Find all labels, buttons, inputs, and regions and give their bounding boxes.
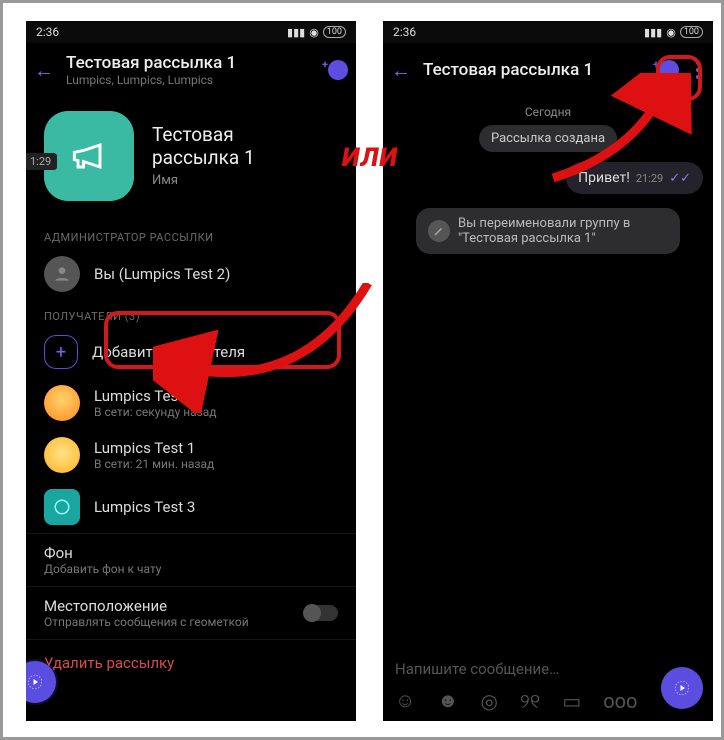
profile-block: Тестовая рассылка 1 Имя (26, 97, 356, 221)
location-toggle[interactable] (304, 605, 338, 621)
add-participant-button[interactable]: + (651, 56, 679, 84)
phone-right: 2:36 ▮▮▮ ◉ 100 ← Тестовая рассылка 1 + С… (383, 21, 713, 721)
annotation-or-label: ИЛИ (342, 143, 398, 173)
message-input[interactable]: Напишите сообщение… (395, 654, 657, 688)
add-recipient-label: Добавить получателя (92, 343, 245, 361)
app-bar: ← Тестовая рассылка 1 + (383, 43, 713, 97)
face-icon (53, 498, 71, 516)
profile-title: Тестовая рассылка 1 (152, 124, 338, 170)
setting-background[interactable]: Фон Добавить фон к чату (26, 533, 356, 586)
section-recipients-label: ПОЛУЧАТЕЛИ (3) (26, 300, 356, 327)
system-text: Вы переименовали группу в "Тестовая расс… (458, 216, 668, 246)
clock: 2:36 (393, 25, 416, 39)
more-icon[interactable]: ooo (603, 689, 637, 713)
read-ticks-icon: ✓✓ (669, 171, 691, 186)
status-bar: 2:36 ▮▮▮ ◉ 100 (383, 21, 713, 43)
avatar (44, 489, 80, 525)
doodle-icon[interactable]: ୨୧ (520, 689, 540, 713)
recipient-row[interactable]: Lumpics Test В сети: секунду назад (26, 377, 356, 429)
setting-title: Фон (44, 544, 338, 562)
setting-location[interactable]: Местоположение Отправлять сообщения с ге… (26, 586, 356, 639)
app-bar: ← Тестовая рассылка 1 Lumpics, Lumpics, … (26, 43, 356, 97)
outgoing-message[interactable]: Привет! 21:29 ✓✓ (566, 162, 703, 194)
system-message: Вы переименовали группу в "Тестовая расс… (416, 208, 680, 254)
admin-row[interactable]: Вы (Lumpics Test 2) (26, 248, 356, 300)
back-button[interactable]: ← (391, 58, 411, 83)
play-dotted-icon (673, 679, 691, 697)
signal-icon: ▮▮▮ (287, 26, 305, 39)
page-title: Тестовая рассылка 1 (66, 53, 308, 73)
add-participant-button[interactable]: + (320, 56, 348, 84)
composer: Напишите сообщение… ☺ ☻ ◎ ୨୧ ▭ ooo (383, 646, 713, 721)
send-fab[interactable] (661, 667, 703, 709)
side-time-chip: 1:29 (26, 153, 57, 170)
broadcast-avatar[interactable] (44, 111, 134, 201)
wifi-icon: ◉ (666, 26, 676, 39)
megaphone-icon (67, 134, 111, 178)
person-icon (659, 60, 679, 80)
admin-name: Вы (Lumpics Test 2) (94, 265, 230, 283)
battery-icon: 100 (680, 26, 703, 38)
phone-left: 2:36 ▮▮▮ ◉ 100 ← Тестовая рассылка 1 Lum… (26, 21, 356, 721)
recipient-status: В сети: секунду назад (94, 405, 338, 419)
signal-icon: ▮▮▮ (644, 26, 662, 39)
more-menu-button[interactable] (691, 61, 705, 79)
recipient-row[interactable]: Lumpics Test 3 (26, 481, 356, 533)
profile-sub: Имя (152, 173, 338, 188)
date-separator: Сегодня (383, 105, 713, 119)
pencil-icon (428, 220, 450, 242)
delete-broadcast-button[interactable]: Удалить рассылку (26, 639, 356, 686)
add-recipient-row[interactable]: + Добавить получателя (26, 327, 356, 377)
setting-sub: Отправлять сообщения с геометкой (44, 615, 294, 629)
page-subtitle: Lumpics, Lumpics, Lumpics (66, 73, 308, 87)
page-title: Тестовая рассылка 1 (423, 60, 639, 80)
battery-icon: 100 (323, 26, 346, 38)
camera-icon[interactable]: ◎ (480, 689, 497, 713)
status-icons: ▮▮▮ ◉ 100 (287, 26, 346, 39)
recipient-name: Lumpics Test 3 (94, 498, 338, 516)
emoji-icon[interactable]: ☻ (437, 688, 458, 713)
play-dotted-icon (26, 673, 44, 691)
person-icon (328, 60, 348, 80)
wifi-icon: ◉ (309, 26, 319, 39)
plus-circle-icon: + (44, 335, 78, 369)
setting-title: Местоположение (44, 597, 294, 615)
sticker-icon[interactable]: ☺ (395, 688, 415, 713)
clock: 2:36 (36, 25, 59, 39)
status-icons: ▮▮▮ ◉ 100 (644, 26, 703, 39)
gif-icon[interactable]: ▭ (562, 689, 581, 713)
avatar (44, 256, 80, 292)
system-pill: Рассылка создана (479, 125, 617, 152)
status-bar: 2:36 ▮▮▮ ◉ 100 (26, 21, 356, 43)
section-admin-label: АДМИНИСТРАТОР РАССЫЛКИ (26, 221, 356, 248)
back-button[interactable]: ← (34, 58, 54, 83)
avatar (44, 437, 80, 473)
person-icon (52, 264, 72, 284)
recipient-name: Lumpics Test 1 (94, 439, 338, 457)
avatar (44, 385, 80, 421)
appbar-titles: Тестовая рассылка 1 Lumpics, Lumpics, Lu… (66, 53, 308, 87)
recipient-row[interactable]: Lumpics Test 1 В сети: 21 мин. назад (26, 429, 356, 481)
message-text: Привет! (578, 170, 630, 186)
recipient-name: Lumpics Test (94, 387, 338, 405)
message-time: 21:29 (636, 172, 663, 185)
recipient-status: В сети: 21 мин. назад (94, 457, 338, 471)
setting-sub: Добавить фон к чату (44, 562, 338, 576)
